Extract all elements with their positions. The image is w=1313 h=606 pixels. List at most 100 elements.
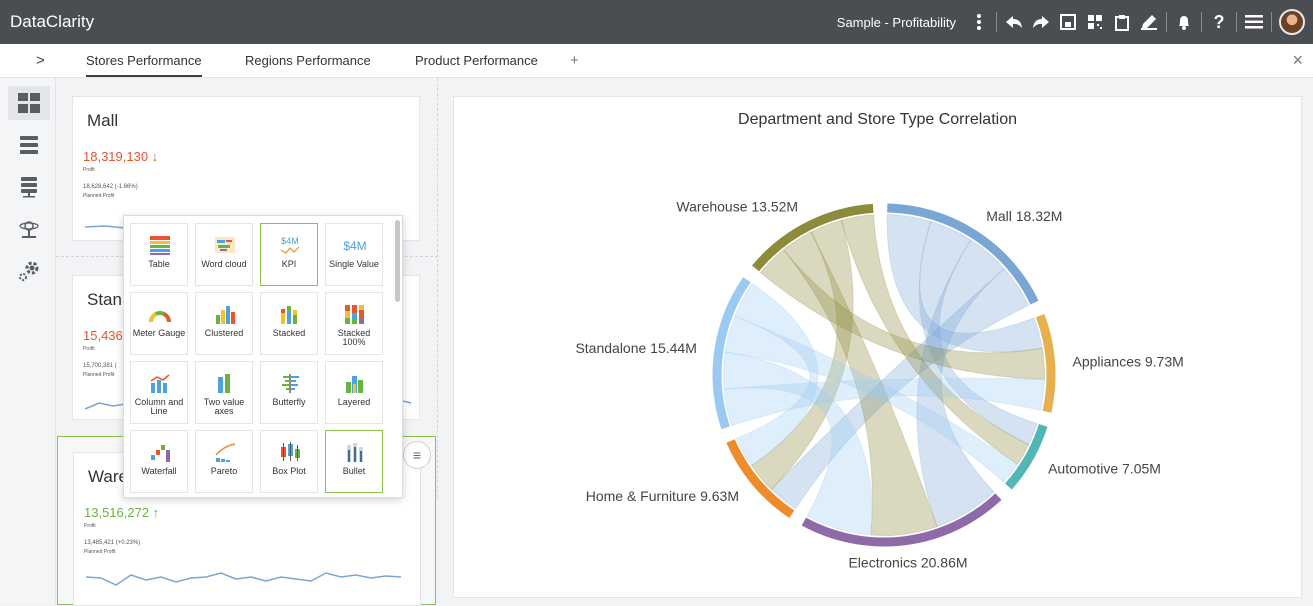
svg-text:$4M: $4M — [281, 236, 299, 246]
kpi-value-caption: Profit — [83, 167, 95, 173]
chart-type-label: Single Value — [329, 259, 379, 269]
chart-type-label: Bullet — [342, 466, 366, 476]
chart-type-label: Waterfall — [141, 466, 177, 476]
table-icon — [150, 236, 170, 255]
chart-type-label: Meter Gauge — [132, 328, 186, 338]
chord-label: Automotive 7.05M — [1048, 461, 1161, 477]
sidebar — [0, 78, 56, 605]
kpi-planned-caption: Planned Profit — [84, 549, 116, 555]
kpi-value-caption: Profit — [83, 346, 95, 352]
settings-icon[interactable] — [12, 254, 46, 288]
more-vertical-icon[interactable] — [969, 12, 989, 32]
project-name[interactable]: Sample - Profitability — [837, 15, 956, 30]
column-line-icon — [150, 374, 170, 393]
network-icon[interactable] — [12, 212, 46, 246]
chart-type-label: Word cloud — [201, 259, 247, 269]
visualization-picker[interactable]: Table Word cloud $4M KPI $4M Single Value Mete… — [123, 215, 403, 498]
chart-type-label: Butterfly — [272, 397, 306, 407]
tab-stores-performance[interactable]: Stores Performance — [86, 53, 202, 77]
clustered-bar-icon — [216, 306, 235, 324]
tab-product-performance[interactable]: Product Performance — [415, 53, 538, 68]
chart-type-waterfall[interactable]: Waterfall — [130, 430, 188, 493]
chart-type-two-axes[interactable]: Two value axes — [195, 361, 253, 424]
chart-type-stacked-bar[interactable]: Stacked — [260, 292, 318, 355]
kpi-icon: $4M — [280, 236, 300, 254]
kpi-value: 18,319,130 ↓ — [83, 149, 159, 164]
chart-type-stacked-100[interactable]: Stacked 100% — [325, 292, 383, 355]
edit-icon[interactable] — [1139, 12, 1159, 32]
qr-icon[interactable] — [1085, 12, 1105, 32]
avatar[interactable] — [1279, 9, 1305, 35]
chart-type-single-value[interactable]: $4M Single Value — [325, 223, 383, 286]
chart-type-bullet[interactable]: Bullet — [325, 430, 383, 493]
chart-type-label: Layered — [337, 397, 371, 407]
pareto-icon — [215, 443, 236, 462]
top-bar: DataClarity Sample - Profitability ? — [0, 0, 1313, 44]
widget-menu-button[interactable]: ≡ — [403, 441, 431, 469]
tab-bar: > Stores Performance Regions Performance… — [0, 44, 1313, 78]
divider — [996, 12, 997, 32]
card-title: Mall — [87, 111, 119, 130]
kpi-planned-caption: Planned Profit — [83, 372, 115, 378]
chart-type-kpi[interactable]: $4M KPI — [260, 223, 318, 286]
chart-type-label: Box Plot — [272, 466, 306, 476]
divider — [1166, 12, 1167, 32]
kpi-planned: 18,628,642 (-1.66%) — [83, 184, 138, 190]
bell-icon[interactable] — [1174, 12, 1194, 32]
add-tab-button[interactable]: + — [570, 52, 579, 69]
meter-gauge-icon — [149, 311, 171, 323]
help-icon[interactable]: ? — [1209, 12, 1229, 32]
chart-type-column-line[interactable]: Column and Line — [130, 361, 188, 424]
chart-type-clustered-bar[interactable]: Clustered — [195, 292, 253, 355]
chart-type-label: Stacked — [272, 328, 306, 338]
svg-text:$4M: $4M — [343, 239, 366, 253]
chart-type-label: Clustered — [204, 328, 244, 338]
close-button[interactable]: × — [1292, 50, 1303, 71]
chart-type-pareto[interactable]: Pareto — [195, 430, 253, 493]
chart-type-label: Pareto — [210, 466, 238, 476]
chart-type-box-plot[interactable]: Box Plot — [260, 430, 318, 493]
chord-label: Appliances 9.73M — [1073, 354, 1184, 370]
chart-type-word-cloud[interactable]: Word cloud — [195, 223, 253, 286]
word-cloud-icon — [215, 237, 235, 253]
bullet-icon — [347, 443, 363, 462]
single-value-icon: $4M — [343, 239, 366, 253]
save-icon[interactable] — [1058, 12, 1078, 32]
chord-diagram[interactable]: Mall 18.32M Appliances 9.73M Automotive 7.… — [454, 97, 1303, 599]
expand-sidebar-button[interactable]: > — [36, 52, 45, 69]
stacked-100-icon — [345, 305, 364, 324]
sparkline — [86, 572, 402, 586]
stacked-bar-icon — [281, 306, 297, 324]
two-axes-icon — [218, 374, 230, 393]
chord-label: Home & Furniture 9.63M — [586, 488, 739, 504]
card-title: Stan — [87, 290, 122, 309]
waterfall-icon — [151, 445, 170, 462]
chart-type-label: KPI — [281, 259, 297, 269]
data-icon[interactable] — [12, 128, 46, 162]
chart-type-table[interactable]: Table — [130, 223, 188, 286]
menu-icon[interactable] — [1244, 12, 1264, 32]
chart-type-label: Stacked 100% — [337, 328, 371, 347]
chart-type-label: Column and Line — [134, 397, 184, 416]
layered-icon — [346, 376, 363, 393]
chart-type-label: Table — [148, 259, 170, 269]
chart-type-butterfly[interactable]: Butterfly — [260, 361, 318, 424]
database-icon[interactable] — [12, 170, 46, 204]
chord-chart-panel: Department and Store Type Correlation Ma… — [453, 96, 1302, 598]
chart-type-meter-gauge[interactable]: Meter Gauge — [130, 292, 188, 355]
chord-label: Mall 18.32M — [986, 208, 1062, 224]
divider — [1201, 12, 1202, 32]
dashboard-icon[interactable] — [8, 86, 50, 120]
clipboard-icon[interactable] — [1112, 12, 1132, 32]
kpi-planned: 13,485,421 (+0.23%) — [84, 540, 141, 546]
chord-label: Warehouse 13.52M — [676, 199, 798, 215]
kpi-planned-caption: Planned Profit — [83, 193, 115, 199]
tab-regions-performance[interactable]: Regions Performance — [245, 53, 371, 68]
topbar-actions: Sample - Profitability ? — [837, 8, 1305, 36]
picker-scrollbar[interactable] — [395, 220, 400, 302]
divider — [437, 78, 438, 498]
undo-icon[interactable] — [1004, 12, 1024, 32]
redo-icon[interactable] — [1031, 12, 1051, 32]
kpi-value-caption: Profit — [84, 523, 96, 529]
chart-type-layered[interactable]: Layered — [325, 361, 383, 424]
